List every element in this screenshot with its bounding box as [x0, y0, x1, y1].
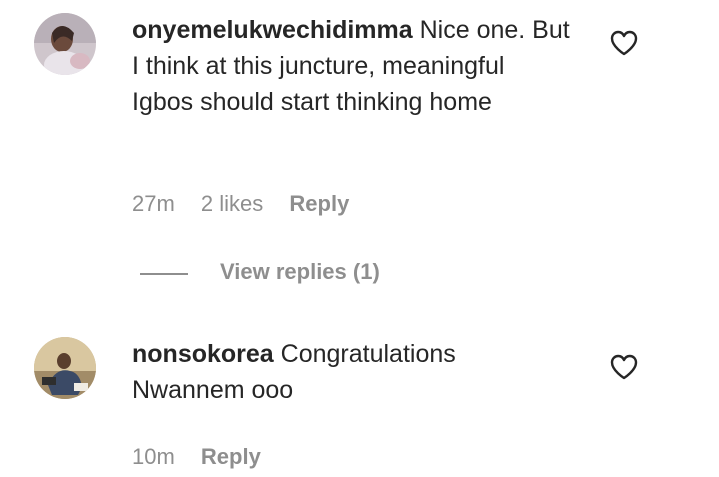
reply-button[interactable]: Reply — [201, 444, 261, 469]
heart-outline-icon — [610, 354, 638, 380]
comment-body: onyemelukwechidimma Nice one. But I thin… — [132, 12, 572, 120]
avatar[interactable] — [34, 13, 96, 75]
comment-username[interactable]: nonsokorea — [132, 340, 274, 368]
like-button[interactable] — [609, 353, 639, 381]
divider-line — [140, 273, 188, 275]
comment-meta: 27m 2 likes Reply — [132, 191, 369, 217]
comment-meta: 10m Reply — [132, 444, 281, 470]
view-replies-button[interactable]: View replies (1) — [140, 259, 440, 289]
profile-photo — [34, 13, 96, 75]
like-button[interactable] — [609, 29, 639, 57]
comment-likes[interactable]: 2 likes — [201, 191, 263, 216]
comment-time: 10m — [132, 444, 175, 469]
avatar[interactable] — [34, 337, 96, 399]
view-replies-label: View replies (1) — [220, 259, 380, 284]
comment-username[interactable]: onyemelukwechidimma — [132, 16, 413, 44]
heart-outline-icon — [610, 30, 638, 56]
comment-body: nonsokorea Congratulations Nwannem ooo — [132, 336, 572, 408]
profile-photo — [34, 337, 96, 399]
comment-time: 27m — [132, 191, 175, 216]
reply-button[interactable]: Reply — [289, 191, 349, 216]
